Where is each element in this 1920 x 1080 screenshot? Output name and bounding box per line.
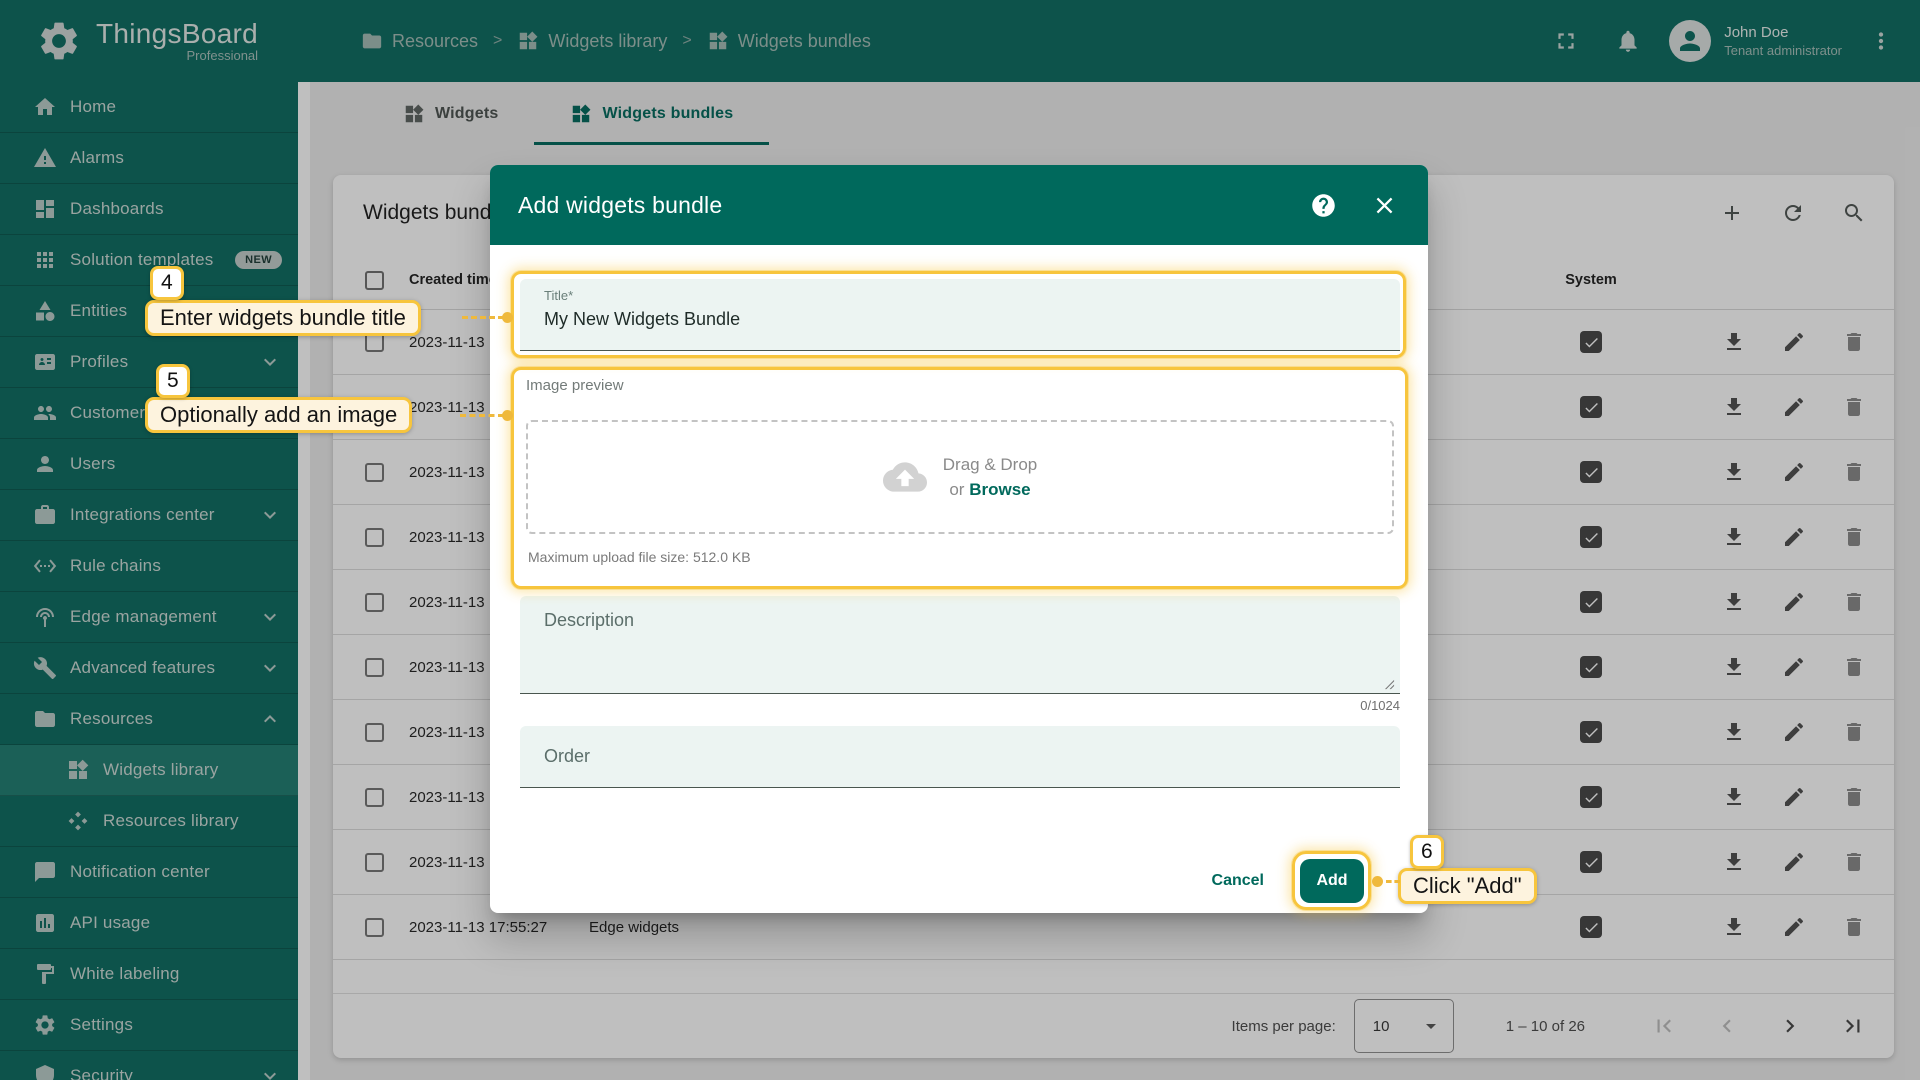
cancel-button[interactable]: Cancel xyxy=(1206,871,1270,891)
annotation-step-6-number: 6 xyxy=(1410,835,1444,869)
annotation-step-4-label: Enter widgets bundle title xyxy=(145,300,421,336)
upload-size-hint: Maximum upload file size: 512.0 KB xyxy=(528,549,751,565)
annotation-step-4-number: 4 xyxy=(150,266,184,300)
description-field[interactable]: Description xyxy=(520,596,1400,694)
title-field-label: Title* xyxy=(544,288,1376,303)
image-preview-section: Image preview Drag & Drop or Browse Maxi… xyxy=(520,377,1400,582)
title-field[interactable]: Title* My New Widgets Bundle xyxy=(520,279,1400,351)
title-field-value[interactable]: My New Widgets Bundle xyxy=(544,309,1376,330)
screen: ThingsBoard Professional HomeAlarmsDashb… xyxy=(0,0,1920,1080)
description-field-label: Description xyxy=(544,610,634,630)
resize-handle-icon[interactable] xyxy=(1384,679,1395,690)
order-field[interactable]: Order xyxy=(520,726,1400,788)
description-counter: 0/1024 xyxy=(520,698,1400,714)
image-preview-label: Image preview xyxy=(526,377,624,394)
add-widgets-bundle-dialog: Add widgets bundle Title* My New Widgets… xyxy=(490,165,1428,913)
annotation-step-5-label: Optionally add an image xyxy=(145,397,412,433)
image-dropzone[interactable]: Drag & Drop or Browse xyxy=(526,420,1394,534)
help-icon[interactable] xyxy=(1310,192,1337,219)
add-button[interactable]: Add xyxy=(1300,859,1364,903)
dialog-title: Add widgets bundle xyxy=(518,192,1310,219)
annotation-step-6-label: Click "Add" xyxy=(1398,868,1537,904)
dropzone-text: Drag & Drop xyxy=(943,452,1037,477)
close-icon[interactable] xyxy=(1371,192,1398,219)
cloud-upload-icon xyxy=(883,455,927,499)
annotation-step-5-number: 5 xyxy=(156,364,190,398)
order-field-label: Order xyxy=(544,746,590,767)
browse-link[interactable]: Browse xyxy=(969,480,1030,499)
